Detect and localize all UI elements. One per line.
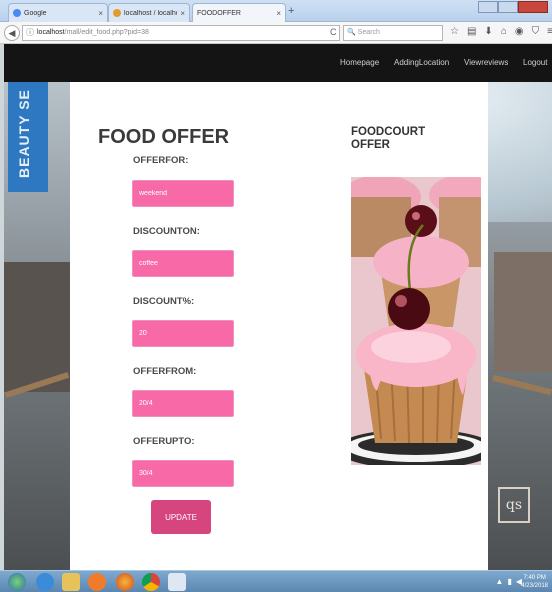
search-input[interactable]: 🔍 Search	[343, 25, 443, 41]
media-player-icon[interactable]	[88, 573, 106, 591]
cupcake-image	[351, 177, 481, 465]
tab-google[interactable]: Google ×	[8, 3, 108, 22]
ie-icon[interactable]	[36, 573, 54, 591]
discounton-field[interactable]	[132, 250, 234, 277]
tab-label: localhost / localhost / mall...	[124, 9, 177, 17]
offerupto-label: OFFERUPTO:	[133, 436, 195, 447]
minimize-button[interactable]	[478, 1, 498, 13]
discount-percent-field[interactable]	[132, 320, 234, 347]
search-placeholder: Search	[357, 29, 380, 36]
beauty-sign-text: BEAUTY SE	[16, 89, 32, 178]
site-header: Homepage AddingLocation Viewreviews Logo…	[4, 44, 552, 82]
site-info-icon[interactable]: ⓘ	[26, 26, 34, 40]
shield-icon[interactable]: ⛉	[532, 26, 540, 37]
home-icon[interactable]: ⌂	[501, 26, 507, 37]
close-tab-icon[interactable]: ×	[98, 9, 103, 18]
foodcourt-offer-heading: FOODCOURT OFFER	[351, 126, 426, 151]
new-tab-button[interactable]: +	[288, 5, 294, 17]
tray-arrow-icon[interactable]: ▲	[496, 577, 504, 586]
start-button[interactable]	[8, 573, 26, 591]
url-field[interactable]: ⓘ localhost/mall/edit_food.php?pid=38	[22, 25, 340, 41]
folder-icon[interactable]	[62, 573, 80, 591]
chrome-icon[interactable]	[142, 573, 160, 591]
menu-icon[interactable]: ≡	[547, 26, 552, 37]
discount-percent-label: DISCOUNT%:	[133, 296, 195, 307]
tab-phpmyadmin[interactable]: localhost / localhost / mall... ×	[108, 3, 190, 22]
system-tray: ▲ ▮ ◀	[496, 577, 522, 586]
page-title: FOOD OFFER	[98, 126, 230, 148]
maximize-button[interactable]	[498, 1, 518, 13]
tab-label: FOODOFFER	[197, 9, 241, 17]
offerupto-field[interactable]	[132, 460, 234, 487]
back-arrow-icon[interactable]: ◀	[4, 25, 20, 41]
storefront-left	[4, 262, 70, 392]
google-favicon-icon	[13, 9, 21, 17]
close-window-button[interactable]	[518, 1, 548, 13]
beauty-store-sign: BEAUTY SE	[8, 82, 48, 192]
nav-link-addinglocation[interactable]: AddingLocation	[394, 58, 449, 67]
clock-date: 4/23/2018	[521, 583, 548, 589]
discounton-label: DISCOUNTON:	[133, 226, 200, 237]
url-path: /mall/edit_food.php?pid=38	[64, 29, 149, 36]
update-button[interactable]: UPDATE	[151, 500, 211, 534]
storefront-right	[494, 252, 552, 372]
offerfrom-label: OFFERFROM:	[133, 366, 197, 377]
close-tab-icon[interactable]: ×	[180, 9, 185, 18]
phpmyadmin-favicon-icon	[113, 9, 121, 17]
offerfor-label: OFFERFOR:	[133, 155, 189, 166]
firefox-icon[interactable]	[116, 573, 134, 591]
close-tab-icon[interactable]: ×	[276, 9, 281, 18]
browser-address-bar: ◀ ⓘ localhost/mall/edit_food.php?pid=38 …	[0, 22, 552, 44]
offerfor-field[interactable]	[132, 180, 234, 207]
tab-foodoffer[interactable]: FOODOFFER ×	[192, 3, 286, 22]
nav-link-homepage[interactable]: Homepage	[340, 58, 379, 67]
taskbar-clock[interactable]: 7:40 PM 4/23/2018	[521, 574, 548, 590]
tab-label: Google	[24, 9, 47, 17]
network-icon[interactable]: ▮	[507, 577, 511, 586]
reading-list-icon[interactable]: ▤	[467, 26, 476, 37]
app-icon[interactable]	[168, 573, 186, 591]
pocket-icon[interactable]: ◉	[515, 26, 524, 37]
nav-link-viewreviews[interactable]: Viewreviews	[464, 58, 508, 67]
nav-link-logout[interactable]: Logout	[523, 58, 547, 67]
star-icon[interactable]: ☆	[450, 26, 459, 37]
windows-taskbar: ▲ ▮ ◀ 7:40 PM 4/23/2018	[0, 570, 552, 592]
reload-icon[interactable]: C	[330, 27, 337, 37]
browser-toolbar-icons: ☆ ▤ ⬇ ⌂ ◉ ⛉ ≡	[450, 26, 552, 37]
offerfrom-field[interactable]	[132, 390, 234, 417]
download-icon[interactable]: ⬇	[484, 26, 492, 37]
url-host: localhost	[37, 29, 65, 36]
content-panel: FOOD OFFER OFFERFOR: DISCOUNTON: DISCOUN…	[70, 82, 488, 570]
window-controls	[478, 1, 548, 13]
qs-store-logo: qs	[498, 487, 530, 523]
clock-time: 7:40 PM	[523, 575, 546, 581]
browser-tab-strip: Google × localhost / localhost / mall...…	[0, 0, 552, 22]
search-icon: 🔍	[347, 29, 356, 36]
escalator-rail-right	[492, 374, 552, 396]
